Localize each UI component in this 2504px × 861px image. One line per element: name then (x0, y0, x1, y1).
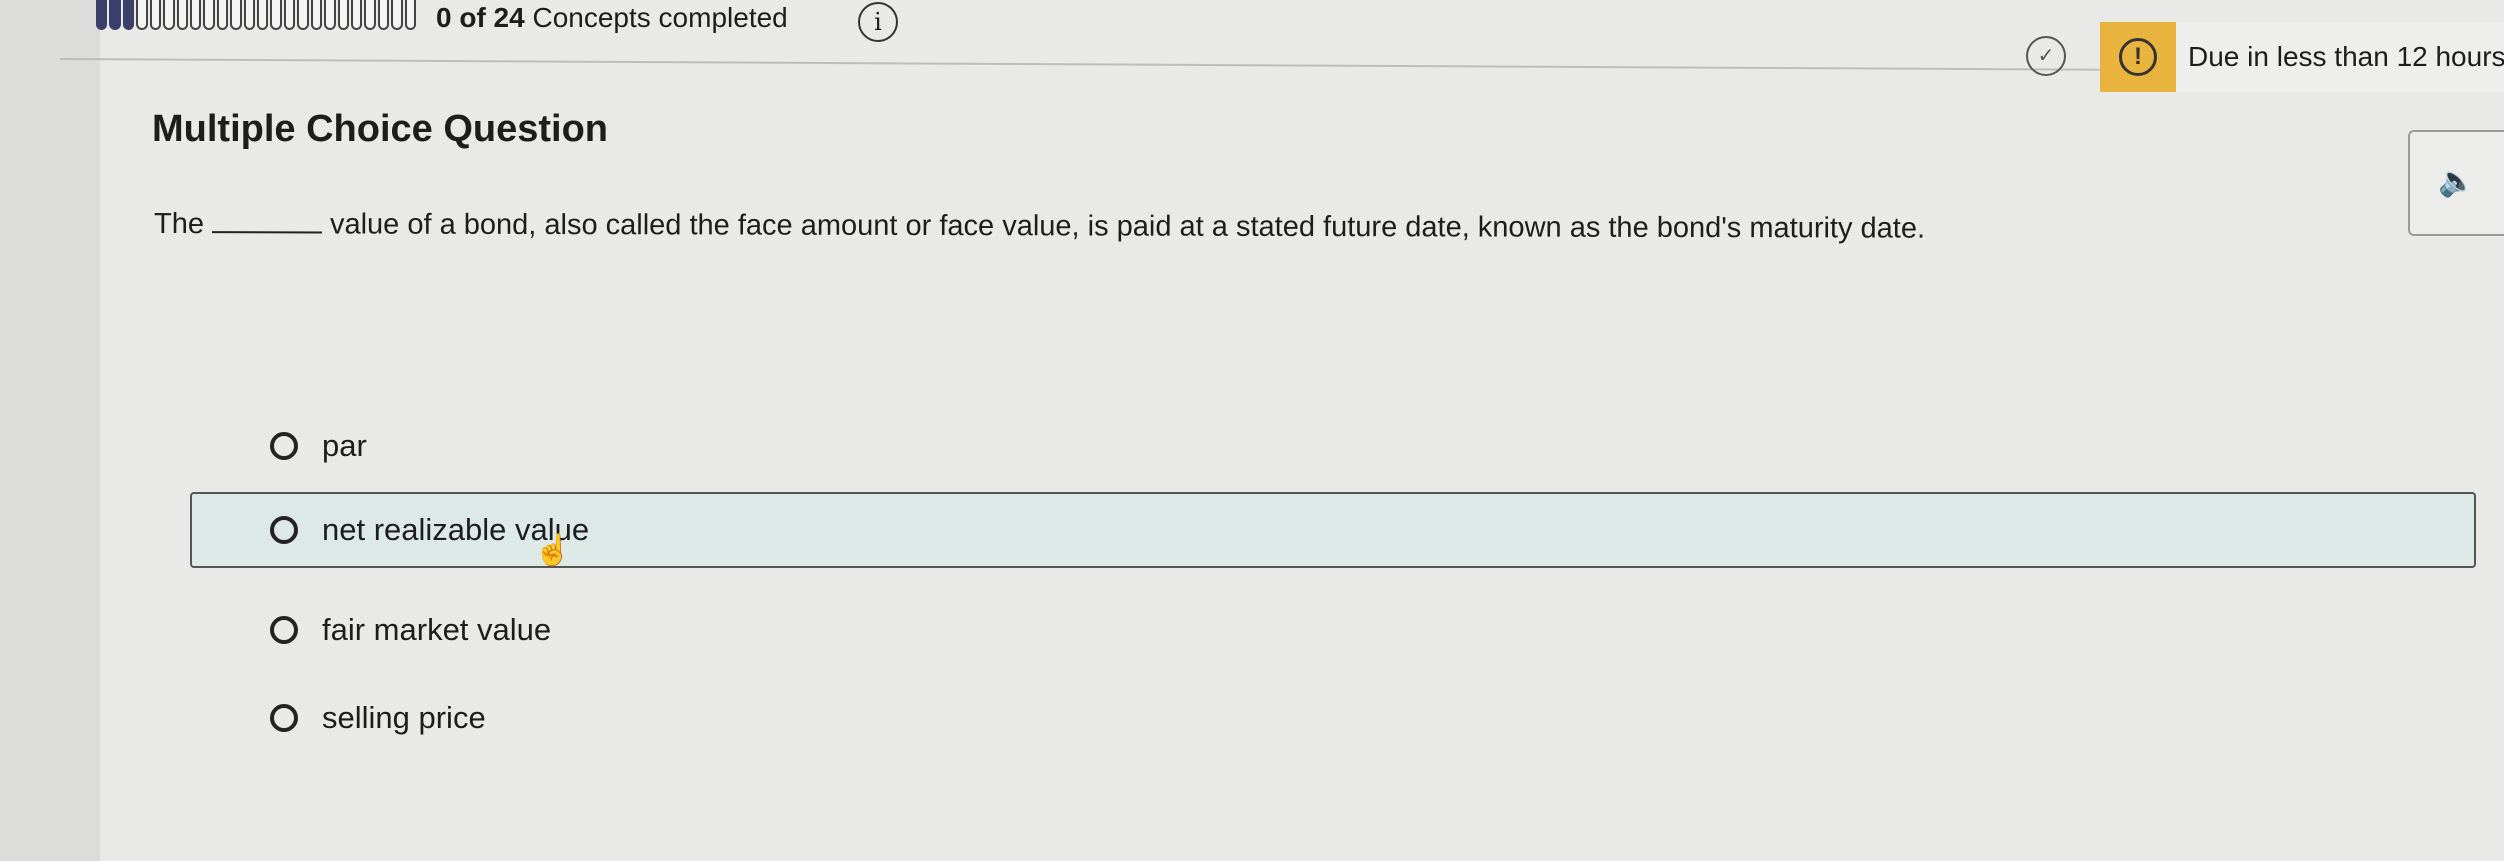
progress-label: 0 of 24 Concepts completed (436, 0, 788, 36)
radio-button[interactable] (270, 516, 298, 544)
option-selling-price[interactable]: selling price (270, 680, 870, 756)
radio-button[interactable] (270, 616, 298, 644)
progress-segment (136, 0, 148, 30)
due-status: Due in less than 12 hours (2176, 22, 2504, 92)
prompt-end: value of a bond, also called the face am… (329, 208, 1926, 245)
progress-segment (216, 0, 229, 30)
answer-blank (211, 211, 323, 234)
progress-segment (203, 0, 215, 30)
progress-segment (122, 0, 135, 30)
option-par[interactable]: par (270, 408, 870, 484)
option-net-realizable-value[interactable]: net realizable value (190, 492, 2476, 568)
speaker-icon: 🔈 (2438, 165, 2476, 198)
progress-segment (189, 0, 202, 30)
option-label: fair market value (322, 612, 552, 647)
progress-bar (96, 0, 417, 30)
check-circle-icon[interactable]: ✓ (2026, 36, 2066, 76)
progress-segment (310, 0, 323, 30)
progress-segment (391, 0, 403, 30)
radio-button[interactable] (270, 704, 298, 732)
progress-segment (324, 0, 336, 30)
warning-icon: ! (2119, 38, 2157, 76)
hand-cursor-icon: ☝ (534, 534, 572, 567)
read-aloud-button[interactable]: 🔈 (2408, 130, 2504, 236)
progress-segment (404, 0, 417, 30)
question-page: 0 of 24 Concepts completed i ✓ ! Due in … (0, 0, 2504, 861)
question-type-title: Multiple Choice Question (152, 108, 609, 150)
progress-segment (283, 0, 296, 30)
due-warning-badge: ! (2100, 22, 2176, 92)
progress-segment (230, 0, 242, 30)
info-icon[interactable]: i (858, 2, 898, 42)
progress-segment (297, 0, 309, 30)
progress-caption: Concepts completed (532, 2, 788, 33)
progress-segment (176, 0, 188, 30)
prompt-start: The (153, 208, 205, 241)
question-prompt: The value of a bond, also called the face… (154, 204, 2404, 250)
radio-button[interactable] (270, 432, 298, 460)
progress-segment (337, 0, 350, 30)
left-margin (0, 0, 100, 861)
progress-segment (364, 0, 376, 30)
option-label: par (322, 428, 367, 463)
progress-segment (243, 0, 256, 30)
progress-segment (270, 0, 282, 30)
progress-segment (163, 0, 175, 30)
progress-segment (351, 0, 363, 30)
progress-segment (377, 0, 390, 30)
progress-segment (96, 0, 108, 30)
progress-segment (257, 0, 269, 30)
progress-count: 0 of 24 (436, 2, 525, 33)
option-fair-market-value[interactable]: fair market value (270, 592, 870, 668)
progress-segment (109, 0, 121, 30)
progress-segment (149, 0, 162, 30)
option-label: selling price (322, 700, 486, 735)
